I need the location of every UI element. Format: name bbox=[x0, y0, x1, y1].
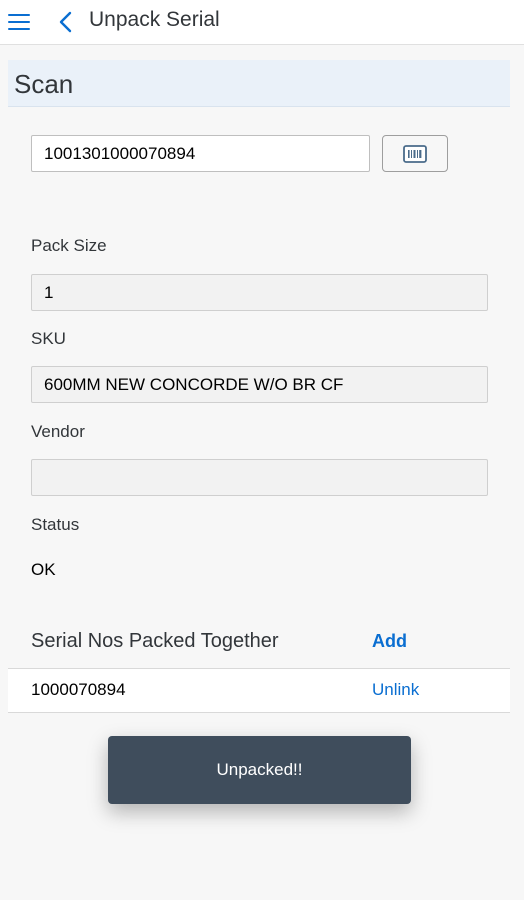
toast-text: Unpacked!! bbox=[216, 760, 303, 779]
pack-size-label: Pack Size bbox=[31, 236, 107, 255]
chevron-left-icon[interactable] bbox=[56, 11, 76, 33]
serial-list-header: Serial Nos Packed Together Add bbox=[8, 616, 510, 669]
sku-field: 600MM NEW CONCORDE W/O BR CF bbox=[31, 366, 488, 403]
barcode-icon bbox=[403, 144, 427, 163]
barcode-scan-button[interactable] bbox=[382, 135, 448, 172]
section-title: Scan bbox=[14, 69, 74, 99]
sku-label: SKU bbox=[31, 329, 66, 348]
serial-list-title: Serial Nos Packed Together bbox=[31, 630, 279, 652]
scan-input-value: 1001301000070894 bbox=[44, 143, 196, 163]
serial-number: 1000070894 bbox=[31, 680, 126, 699]
top-bar: Unpack Serial bbox=[0, 0, 524, 45]
list-item: 1000070894 Unlink bbox=[8, 669, 510, 713]
scan-section-header: Scan bbox=[8, 60, 510, 107]
pack-size-field: 1 bbox=[31, 274, 488, 311]
scan-input[interactable]: 1001301000070894 bbox=[31, 135, 370, 172]
vendor-field bbox=[31, 459, 488, 496]
vendor-label: Vendor bbox=[31, 422, 85, 441]
toast-message: Unpacked!! bbox=[108, 736, 411, 804]
status-label: Status bbox=[31, 515, 80, 534]
hamburger-icon[interactable] bbox=[8, 12, 32, 32]
pack-size-value: 1 bbox=[44, 282, 54, 302]
sku-value: 600MM NEW CONCORDE W/O BR CF bbox=[44, 374, 344, 394]
unlink-link[interactable]: Unlink bbox=[372, 680, 419, 700]
page-title: Unpack Serial bbox=[89, 8, 220, 31]
status-value: OK bbox=[31, 560, 56, 579]
add-serial-link[interactable]: Add bbox=[372, 631, 407, 652]
